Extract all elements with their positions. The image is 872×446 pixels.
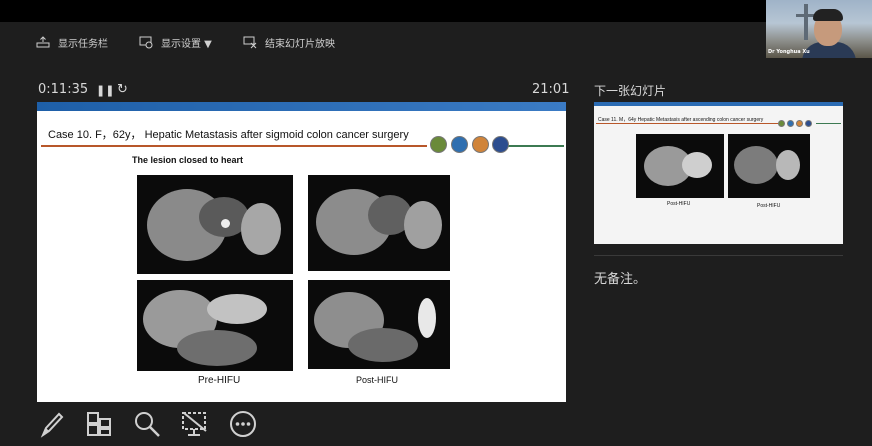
hospital-logo-4 [492,136,509,153]
end-slideshow-button[interactable]: 结束幻灯片放映 [243,22,335,62]
more-options-icon[interactable] [228,409,258,439]
slides-grid-icon[interactable] [84,409,114,439]
display-settings-icon [139,36,153,49]
taskbar-icon [36,36,50,48]
mri-scan-post-top [308,175,450,271]
speaker-notes: 无备注。 [594,272,647,287]
next-slide-title-rule [596,123,779,124]
slide-top-bar [37,102,566,111]
current-slide[interactable]: Case 10. F，62y， Hepatic Metastasis after… [37,102,566,402]
end-slideshow-label: 结束幻灯片放映 [265,38,335,50]
pen-icon[interactable] [37,409,67,439]
next-slide-top-bar [594,102,843,106]
next-slide-title: Case 11. M，64y Hepatic Metastasis after … [598,117,764,123]
reset-icon[interactable]: ↻ [117,82,128,97]
window-top-strip [0,0,872,22]
next-scan-left [636,134,724,198]
next-slide-preview[interactable]: Case 11. M，64y Hepatic Metastasis after … [594,102,843,244]
presenter-toolbar: 显示任务栏 显示设置 ▼ 结束幻灯片放映 [0,22,872,62]
show-taskbar-button[interactable]: 显示任务栏 [36,22,108,62]
slide-subtitle: The lesion closed to heart [132,155,244,165]
webcam-background-tower [804,4,808,40]
caption-pre-hifu: Pre-HIFU [198,375,241,386]
elapsed-timer: 0:11:35 [38,82,89,97]
zoom-icon[interactable] [132,409,162,439]
next-logo-2 [787,120,794,127]
next-slide-label: 下一张幻灯片 [594,84,667,98]
next-logo-3 [796,120,803,127]
hospital-logo-3 [472,136,489,153]
webcam-person-hair [813,9,843,21]
slide-title-rule-end [507,145,564,147]
mri-scan-pre-top [137,175,293,274]
next-caption-left: Post-HIFU [667,201,691,207]
webcam-name-label: Dr Yonghua Xu [768,49,810,55]
next-slide-title-rule-end [816,123,841,124]
show-taskbar-label: 显示任务栏 [58,38,108,50]
hospital-logo-2 [451,136,468,153]
screen-black-icon[interactable] [180,409,210,439]
next-logo-1 [778,120,785,127]
mri-scan-post-bottom [308,280,450,369]
caption-post-hifu: Post-HIFU [356,375,399,385]
next-logo-4 [805,120,812,127]
display-settings-button[interactable]: 显示设置 ▼ [139,22,212,62]
display-settings-label: 显示设置 ▼ [161,38,212,50]
next-caption-right: Post-HIFU [757,203,781,209]
current-time: 21:01 [532,82,570,97]
hospital-logo-1 [430,136,447,153]
webcam-video: Dr Yonghua Xu [766,0,872,58]
next-scan-right [728,134,810,198]
notes-separator [594,255,843,256]
bottom-toolbar [0,405,872,446]
slide-title-rule [41,145,427,147]
mri-scan-pre-bottom [137,280,293,371]
slide-title: Case 10. F，62y， Hepatic Metastasis after… [48,129,409,141]
end-slideshow-icon [243,36,257,49]
pause-icon[interactable]: ❚❚ [96,84,114,97]
